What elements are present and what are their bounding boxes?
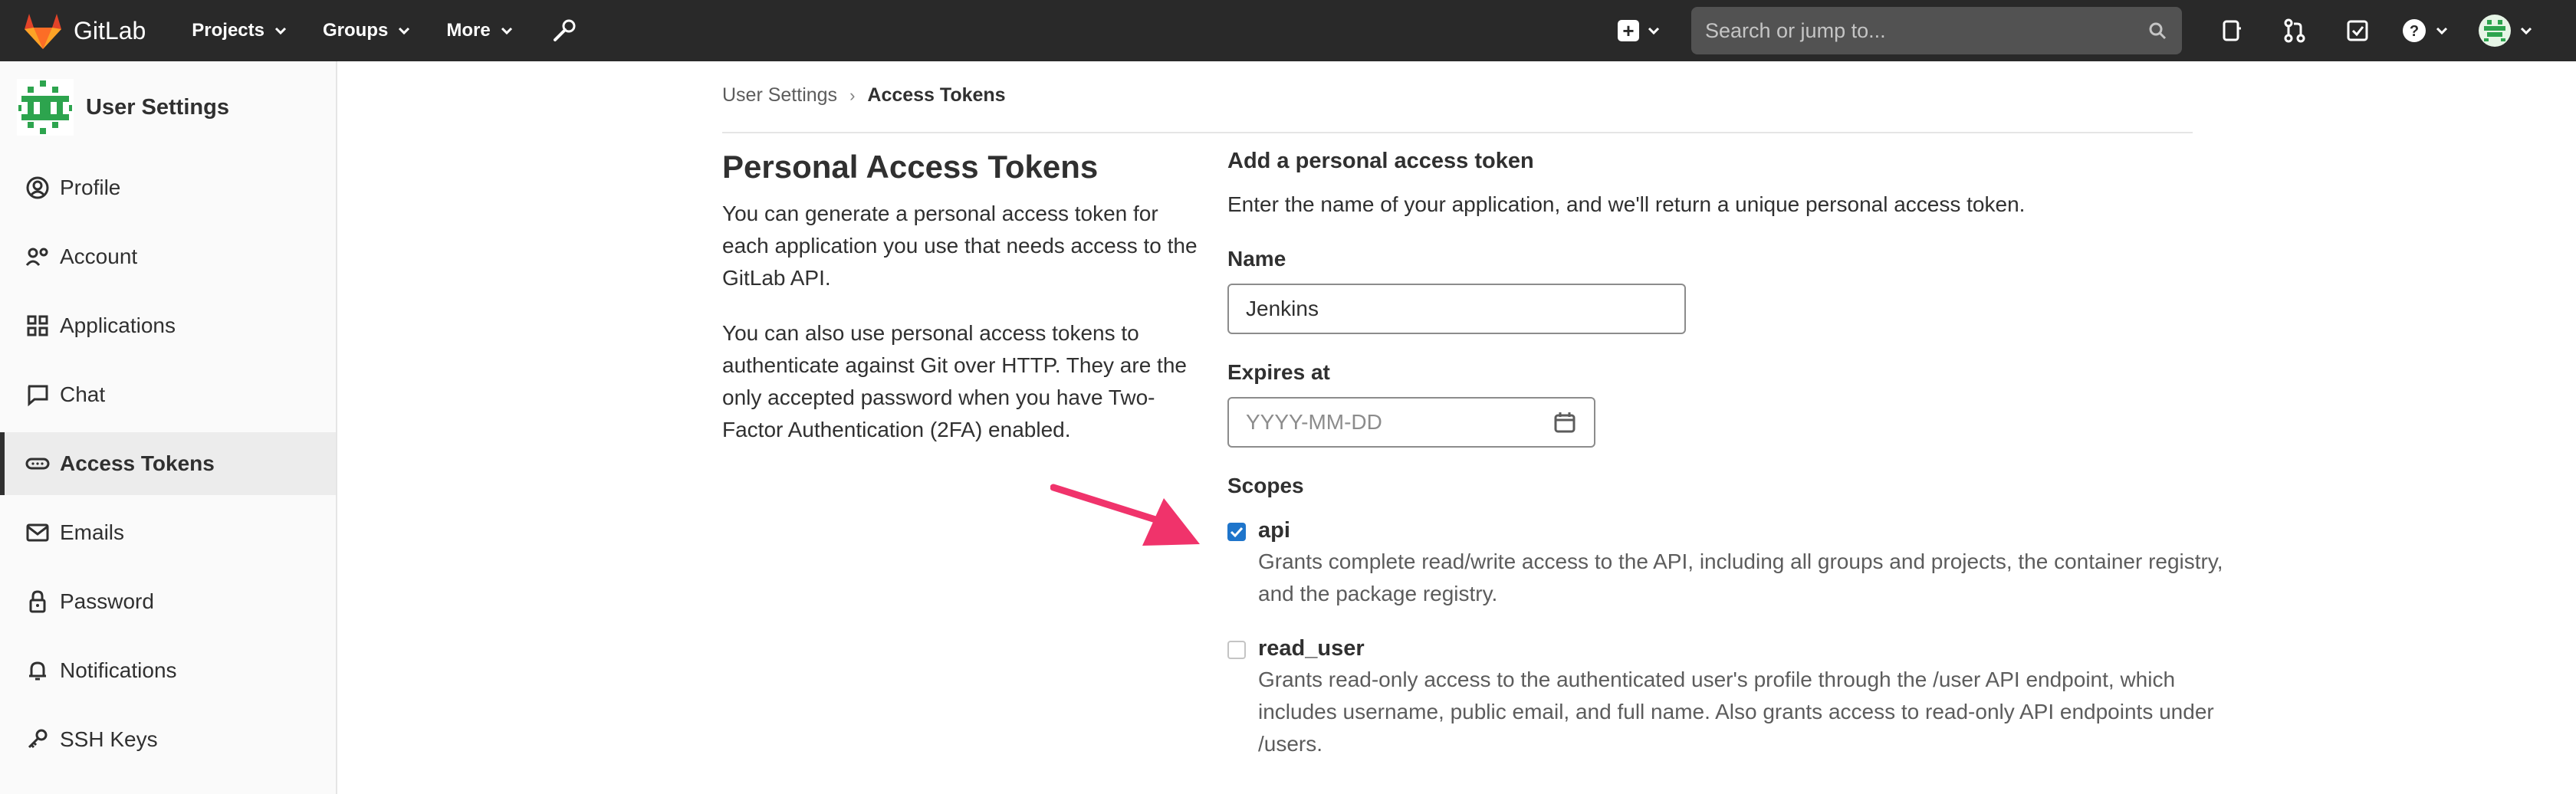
account-icon (25, 248, 48, 266)
token-icon (25, 458, 50, 470)
expires-label: Expires at (1227, 360, 1330, 384)
sidebar-item-label: Notifications (60, 658, 177, 682)
sidebar-item-applications[interactable]: Applications (0, 294, 336, 357)
sidebar-item-label: Applications (60, 313, 176, 337)
user-menu[interactable] (2478, 14, 2533, 48)
breadcrumb: User Settings › Access Tokens (722, 84, 1006, 107)
scope-name[interactable]: read_user (1258, 633, 2224, 664)
form-description: Enter the name of your application, and … (1227, 192, 2026, 216)
sidebar-item-label: SSH Keys (60, 727, 158, 751)
form-title: Add a personal access token (1227, 149, 1534, 173)
sidebar-item-chat[interactable]: Chat (0, 363, 336, 426)
intro-paragraph-1: You can generate a personal access token… (722, 202, 1198, 290)
scopes-label: Scopes (1227, 474, 1304, 497)
plus-icon: + (1618, 20, 1639, 41)
nav-projects[interactable]: Projects (192, 20, 288, 41)
gitlab-logo-icon (25, 14, 61, 49)
key-icon (28, 729, 48, 749)
search-input[interactable]: Search or jump to... (1691, 7, 2182, 54)
applications-icon (27, 315, 48, 336)
bell-icon (29, 661, 46, 681)
sidebar-item-label: Emails (60, 520, 125, 544)
chevron-down-icon (2520, 27, 2532, 35)
sidebar-item-emails[interactable]: Emails (0, 501, 336, 564)
name-field-value: Jenkins (1246, 297, 1319, 320)
scope-read-user-checkbox[interactable] (1227, 641, 1246, 659)
settings-sidebar: User Settings Profile Account Applicatio… (0, 61, 337, 794)
nav-groups[interactable]: Groups (323, 20, 411, 41)
divider (722, 132, 2193, 133)
chevron-down-icon (501, 27, 512, 35)
token-form: Add a personal access token Enter the na… (1227, 146, 2224, 760)
sidebar-item-ssh-keys[interactable]: SSH Keys (0, 708, 336, 771)
scope-api-checkbox[interactable] (1227, 523, 1246, 541)
todo-icon[interactable] (2344, 18, 2371, 44)
scope-api: api Grants complete read/write access to… (1227, 515, 2224, 610)
profile-icon (26, 176, 49, 199)
wrench-icon[interactable] (550, 17, 578, 44)
merge-request-icon[interactable] (2282, 18, 2308, 44)
annotation-arrow (1050, 484, 1200, 546)
breadcrumb-current[interactable]: Access Tokens (867, 84, 1005, 107)
check-icon (1230, 527, 1244, 538)
sidebar-item-label: Access Tokens (60, 451, 215, 475)
scope-name[interactable]: api (1258, 515, 2224, 546)
scope-read-user: read_user Grants read-only access to the… (1227, 633, 2224, 760)
chevron-down-icon (399, 27, 410, 35)
search-placeholder: Search or jump to... (1705, 18, 1886, 42)
calendar-icon[interactable] (1552, 410, 1577, 435)
page-title: Personal Access Tokens (722, 149, 1099, 185)
intro-column: Personal Access Tokens You can generate … (722, 146, 1198, 446)
chevron-right-icon: › (849, 85, 856, 105)
search-icon (2149, 22, 2167, 40)
avatar (17, 79, 74, 136)
chevron-down-icon (1648, 27, 1660, 35)
sidebar-item-label: Profile (60, 176, 121, 199)
sidebar-item-label: Account (60, 244, 138, 268)
lock-icon (29, 590, 46, 613)
sidebar-item-profile[interactable]: Profile (0, 156, 336, 219)
chat-icon (28, 385, 48, 407)
nav-more-label: More (446, 20, 491, 41)
name-label: Name (1227, 247, 1286, 271)
sidebar-item-access-tokens[interactable]: Access Tokens (0, 432, 336, 495)
issues-icon[interactable] (2219, 18, 2245, 44)
svg-text:?: ? (2410, 23, 2419, 40)
nav-more[interactable]: More (446, 20, 513, 41)
chevron-down-icon (274, 27, 287, 35)
sidebar-header[interactable]: User Settings (0, 61, 336, 153)
nav-projects-label: Projects (192, 20, 264, 41)
nav-groups-label: Groups (323, 20, 389, 41)
breadcrumb-parent-link[interactable]: User Settings (722, 84, 837, 107)
scope-description: Grants read-only access to the authentic… (1258, 668, 2214, 756)
avatar (2479, 15, 2511, 47)
help-dropdown[interactable]: ? (2401, 18, 2449, 44)
mail-icon (26, 523, 49, 542)
chevron-down-icon (2436, 27, 2448, 35)
sidebar-item-label: Password (60, 589, 154, 613)
sidebar-item-label: Chat (60, 382, 106, 406)
gitlab-home-link[interactable]: GitLab (21, 0, 146, 61)
sidebar-title: User Settings (86, 94, 229, 120)
name-field[interactable]: Jenkins (1227, 284, 1686, 334)
sidebar-item-account[interactable]: Account (0, 225, 336, 288)
expires-placeholder: YYYY-MM-DD (1246, 410, 1382, 434)
intro-paragraph-2: You can also use personal access tokens … (722, 321, 1187, 441)
sidebar-item-notifications[interactable]: Notifications (0, 639, 336, 702)
new-dropdown-button[interactable]: + (1618, 20, 1661, 41)
top-navbar: GitLab Projects Groups More + Search or … (0, 0, 2576, 61)
expires-date-field[interactable]: YYYY-MM-DD (1227, 397, 1595, 448)
brand-name: GitLab (74, 16, 146, 44)
sidebar-item-password[interactable]: Password (0, 570, 336, 633)
help-icon: ? (2403, 19, 2426, 42)
scope-description: Grants complete read/write access to the… (1258, 550, 2223, 605)
